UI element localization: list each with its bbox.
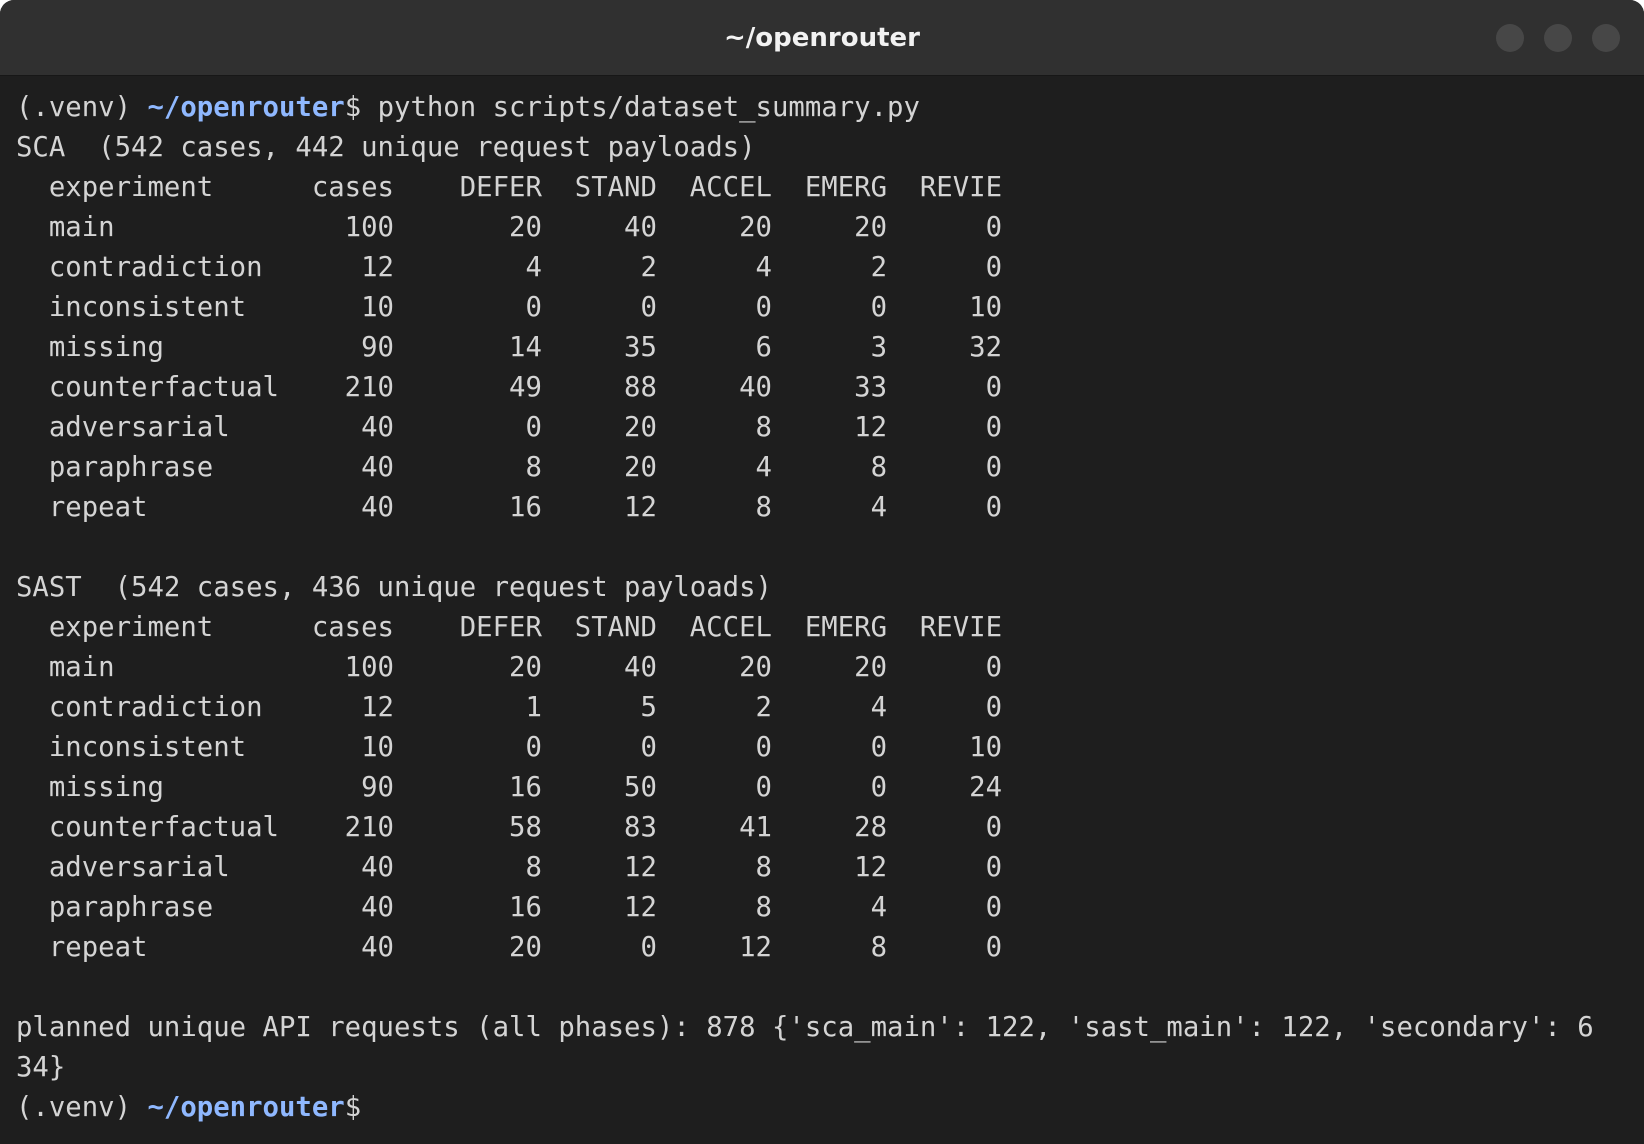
maximize-button[interactable] bbox=[1544, 24, 1572, 52]
sast-row: paraphrase 40 16 12 8 4 0 bbox=[16, 892, 1003, 923]
input-cursor[interactable] bbox=[361, 1094, 377, 1124]
sca-header: SCA (542 cases, 442 unique request paylo… bbox=[16, 132, 756, 163]
sca-row: inconsistent 10 0 0 0 0 10 bbox=[16, 292, 1003, 323]
command-line: (.venv) ~/openrouter$ python scripts/dat… bbox=[16, 88, 1632, 128]
planned-requests-line-wrap: 34} bbox=[16, 1052, 66, 1083]
current-prompt-line[interactable]: (.venv) ~/openrouter$ bbox=[16, 1088, 1632, 1128]
prompt-venv: (.venv) bbox=[16, 92, 148, 123]
prompt-path: ~/openrouter bbox=[147, 92, 345, 123]
sast-row: adversarial 40 8 12 8 12 0 bbox=[16, 852, 1003, 883]
sca-column-header: experiment cases DEFER STAND ACCEL EMERG… bbox=[16, 172, 1003, 203]
title-bar: ~/openrouter bbox=[0, 0, 1644, 76]
sast-row: main 100 20 40 20 20 0 bbox=[16, 652, 1003, 683]
sca-row: counterfactual 210 49 88 40 33 0 bbox=[16, 372, 1003, 403]
sca-row: repeat 40 16 12 8 4 0 bbox=[16, 492, 1003, 523]
sca-row: paraphrase 40 8 20 4 8 0 bbox=[16, 452, 1003, 483]
sca-row: main 100 20 40 20 20 0 bbox=[16, 212, 1003, 243]
sca-row: adversarial 40 0 20 8 12 0 bbox=[16, 412, 1003, 443]
sast-row: counterfactual 210 58 83 41 28 0 bbox=[16, 812, 1003, 843]
terminal-window: ~/openrouter (.venv) ~/openrouter$ pytho… bbox=[0, 0, 1644, 1144]
command-text: python scripts/dataset_summary.py bbox=[361, 92, 920, 123]
sast-header: SAST (542 cases, 436 unique request payl… bbox=[16, 572, 772, 603]
sca-row: contradiction 12 4 2 4 2 0 bbox=[16, 252, 1003, 283]
sast-row: contradiction 12 1 5 2 4 0 bbox=[16, 692, 1003, 723]
window-title: ~/openrouter bbox=[724, 23, 920, 53]
sast-row: repeat 40 20 0 12 8 0 bbox=[16, 932, 1003, 963]
sca-row: missing 90 14 35 6 3 32 bbox=[16, 332, 1003, 363]
prompt-venv: (.venv) bbox=[16, 1092, 148, 1123]
sast-row: inconsistent 10 0 0 0 0 10 bbox=[16, 732, 1003, 763]
sast-column-header: experiment cases DEFER STAND ACCEL EMERG… bbox=[16, 612, 1003, 643]
planned-requests-line: planned unique API requests (all phases)… bbox=[16, 1012, 1594, 1043]
sast-row: missing 90 16 50 0 0 24 bbox=[16, 772, 1003, 803]
prompt-path: ~/openrouter bbox=[147, 1092, 345, 1123]
prompt-symbol: $ bbox=[344, 92, 362, 123]
close-button[interactable] bbox=[1592, 24, 1620, 52]
prompt-symbol: $ bbox=[344, 1092, 362, 1123]
terminal-output[interactable]: (.venv) ~/openrouter$ python scripts/dat… bbox=[16, 88, 1632, 1128]
minimize-button[interactable] bbox=[1496, 24, 1524, 52]
